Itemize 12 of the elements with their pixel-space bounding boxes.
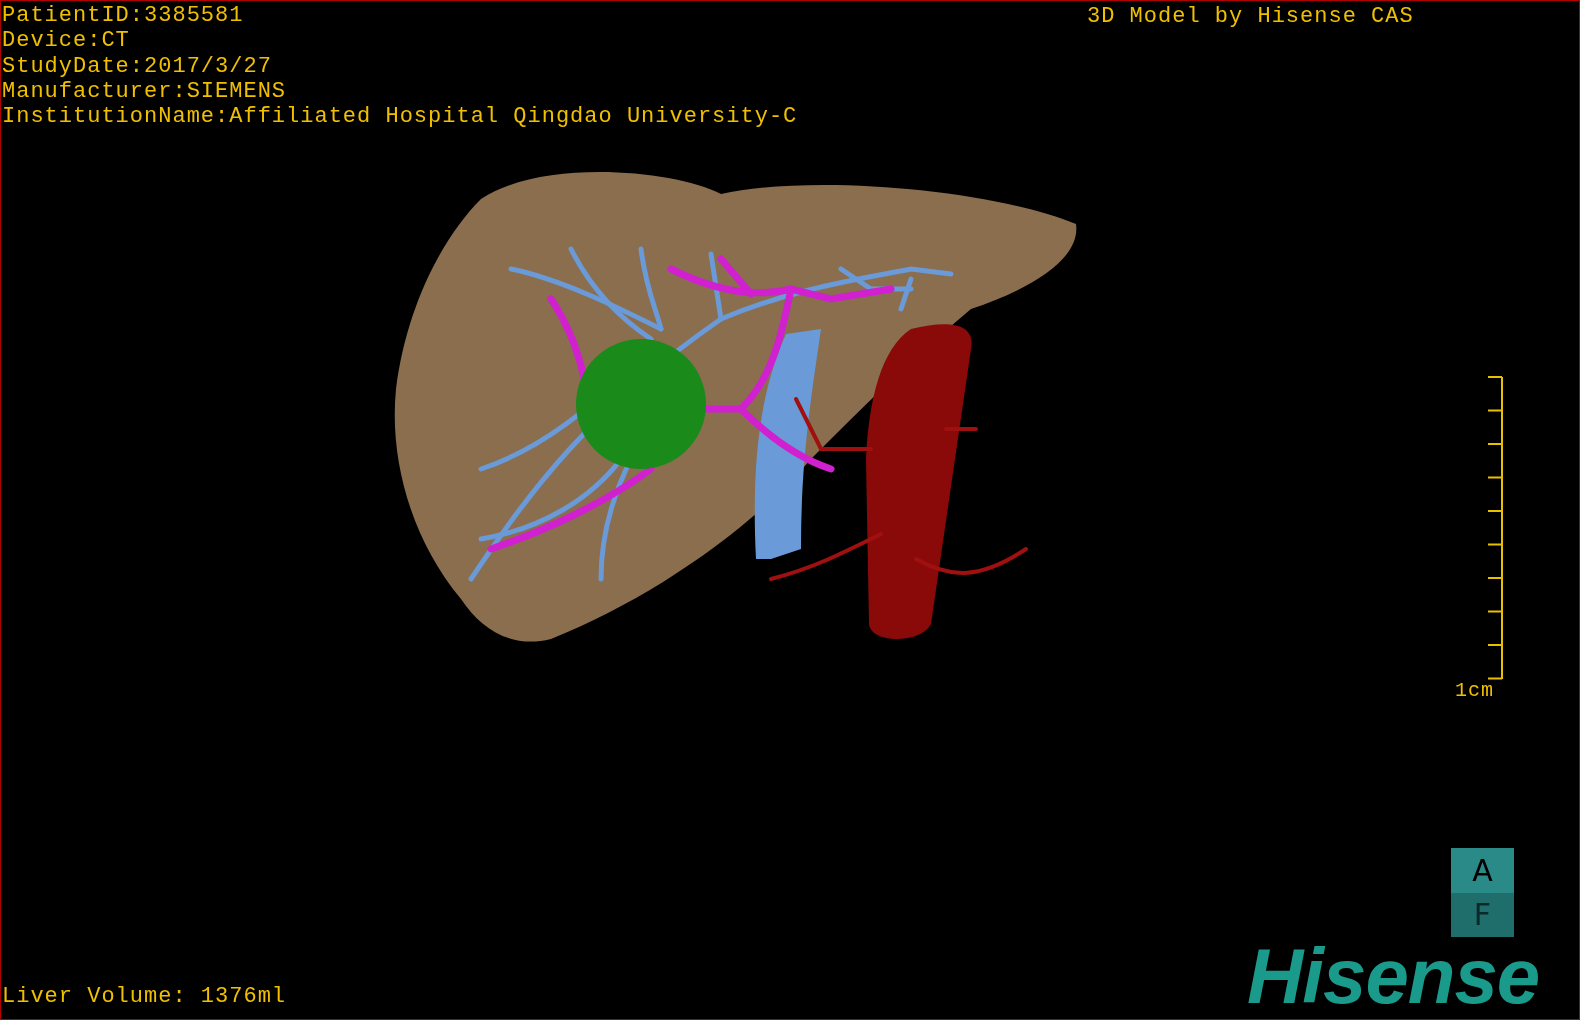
scale-label: 1cm [1455,679,1494,702]
dicom-info-text: StudyDate:2017/3/27 [2,53,273,79]
dicom-info-text: Manufacturer:SIEMENS [2,78,288,105]
dicom-info-text: PatientID:3385581 [2,3,245,29]
orientation-cube[interactable]: A F [1451,848,1514,937]
credit-text: 3D Model by Hisense CAS [1087,4,1414,29]
cube-face-label: F [1451,892,1514,937]
dicom-info-text: InstitutionName:Affiliated Hospital Qingdao University-C [2,104,798,130]
cube-face-label: A [1451,848,1514,893]
dicom-info-text: Device:CT [2,28,131,54]
liver-volume-text: Liver Volume: 1376ml [2,984,287,1009]
logo-text: Hisense [1247,936,1540,1016]
